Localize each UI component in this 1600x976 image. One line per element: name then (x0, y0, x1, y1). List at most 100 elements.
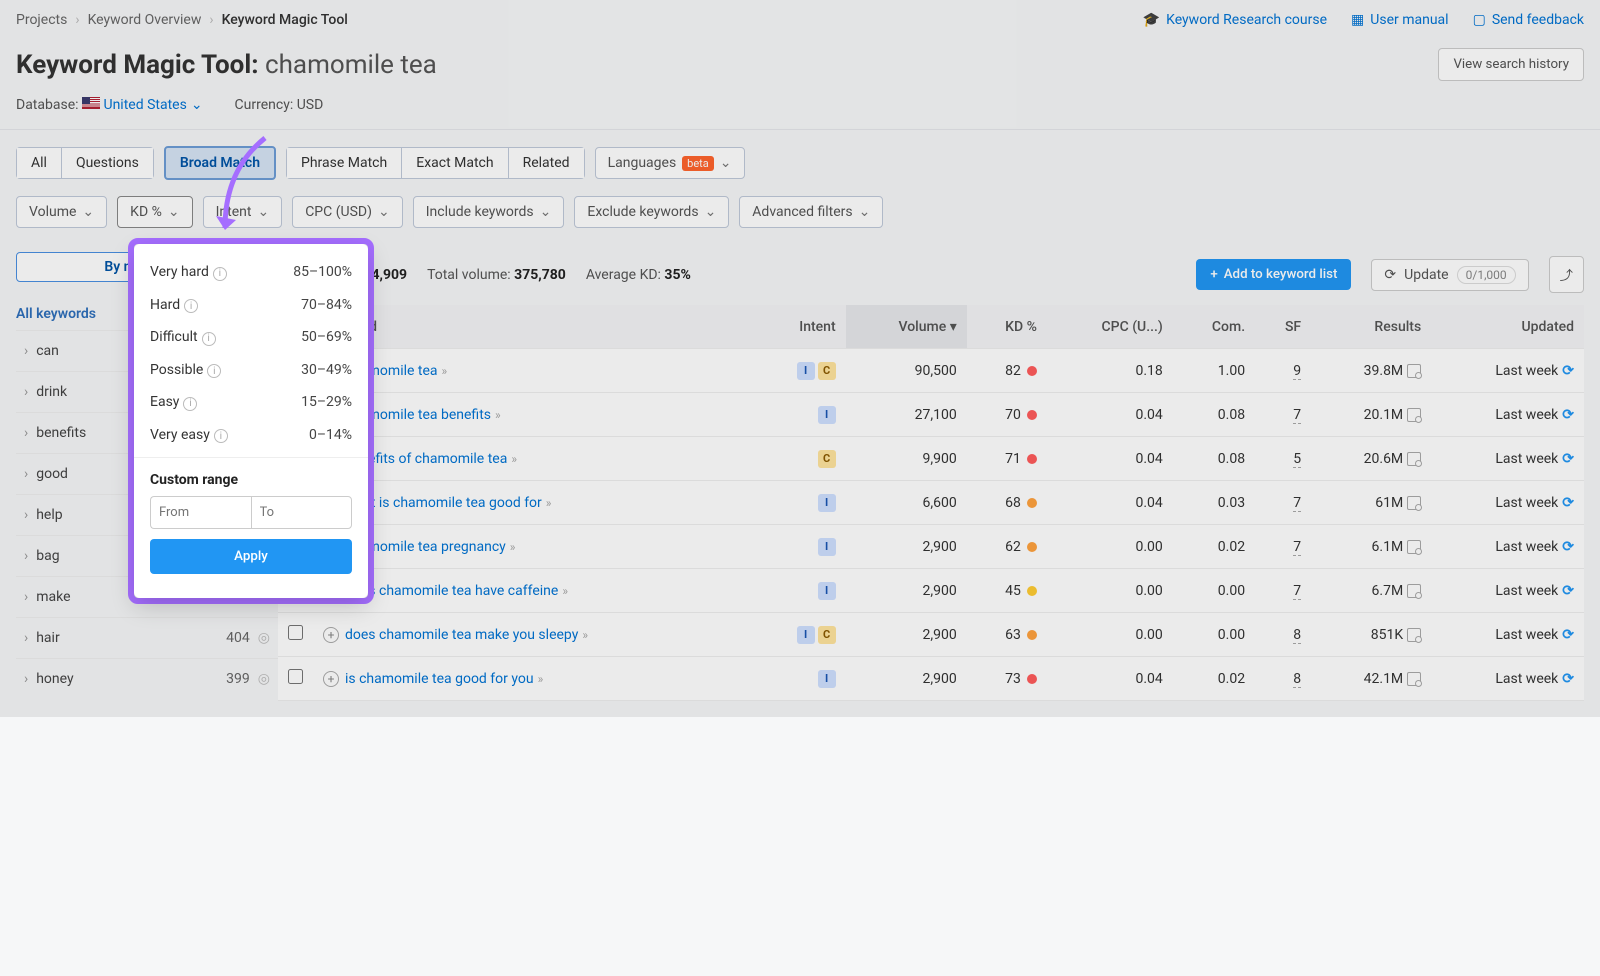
serp-icon[interactable] (1407, 628, 1421, 642)
cell-sf[interactable]: 8 (1293, 627, 1301, 644)
kd-level-option[interactable]: Very easyi 0–14% (134, 419, 368, 452)
col-sf[interactable]: SF (1255, 305, 1311, 349)
info-icon: i (183, 397, 197, 411)
manual-link[interactable]: ▦User manual (1351, 12, 1449, 28)
serp-icon[interactable] (1407, 408, 1421, 422)
export-button[interactable]: ⤴ (1549, 256, 1584, 293)
cell-cpc: 0.00 (1047, 525, 1173, 569)
course-link[interactable]: 🎓Keyword Research course (1143, 12, 1327, 28)
tab-questions[interactable]: Questions (62, 147, 154, 179)
serp-icon[interactable] (1407, 584, 1421, 598)
chevron-right-icon: › (24, 507, 28, 523)
chevron-right-icon: › (24, 425, 28, 441)
cpc-filter[interactable]: CPC (USD) (292, 196, 403, 228)
cell-com: 0.08 (1173, 437, 1255, 481)
database-selector[interactable]: Database: United States ⌄ (16, 97, 203, 113)
refresh-icon[interactable]: ⟳ (1562, 363, 1574, 379)
cell-sf[interactable]: 5 (1293, 451, 1301, 468)
kd-filter[interactable]: KD % (117, 196, 192, 228)
refresh-icon[interactable]: ⟳ (1562, 495, 1574, 511)
kd-level-range: 30–49% (301, 362, 352, 378)
tab-related[interactable]: Related (509, 147, 585, 179)
kd-level-option[interactable]: Very hardi 85–100% (134, 256, 368, 289)
keyword-link[interactable]: is chamomile tea good for you (345, 671, 534, 687)
refresh-icon[interactable]: ⟳ (1562, 671, 1574, 687)
col-intent[interactable]: Intent (754, 305, 845, 349)
view-history-button[interactable]: View search history (1438, 48, 1584, 81)
cell-sf[interactable]: 9 (1293, 363, 1301, 380)
sidebar-item[interactable]: › honey 399 ◎ (16, 658, 278, 699)
row-checkbox[interactable] (288, 625, 303, 640)
open-icon[interactable]: » (510, 540, 516, 554)
col-keyword[interactable]: Keyword (313, 305, 754, 349)
open-icon[interactable]: » (442, 364, 448, 378)
exclude-keywords-filter[interactable]: Exclude keywords (574, 196, 729, 228)
apply-button[interactable]: Apply (150, 539, 352, 574)
col-volume[interactable]: Volume ▾ (846, 305, 967, 349)
row-checkbox[interactable] (288, 669, 303, 684)
chevron-right-icon: › (24, 343, 28, 359)
serp-icon[interactable] (1407, 672, 1421, 686)
kd-level-option[interactable]: Hardi 70–84% (134, 289, 368, 322)
include-keywords-filter[interactable]: Include keywords (413, 196, 565, 228)
languages-dropdown[interactable]: Languages beta (595, 147, 745, 179)
open-icon[interactable]: » (538, 672, 544, 686)
serp-icon[interactable] (1407, 364, 1421, 378)
tab-all[interactable]: All (16, 147, 62, 179)
book-icon: ▦ (1351, 12, 1364, 28)
chevron-right-icon: › (24, 548, 28, 564)
update-button[interactable]: ⟳Update0/1,000 (1371, 259, 1528, 291)
cell-sf[interactable]: 7 (1293, 407, 1301, 424)
serp-icon[interactable] (1407, 540, 1421, 554)
cell-sf[interactable]: 7 (1293, 539, 1301, 556)
feedback-link[interactable]: ▢Send feedback (1473, 12, 1584, 28)
cell-sf[interactable]: 7 (1293, 495, 1301, 512)
kd-level-option[interactable]: Possiblei 30–49% (134, 354, 368, 387)
kd-level-option[interactable]: Easyi 15–29% (134, 386, 368, 419)
crumb-overview[interactable]: Keyword Overview (88, 12, 202, 28)
cell-sf[interactable]: 8 (1293, 671, 1301, 688)
refresh-icon[interactable]: ⟳ (1562, 583, 1574, 599)
keyword-link[interactable]: what is chamomile tea good for (345, 495, 542, 511)
tab-phrase-match[interactable]: Phrase Match (286, 147, 402, 179)
custom-range-from-input[interactable] (150, 496, 251, 529)
serp-icon[interactable] (1407, 496, 1421, 510)
breadcrumb: Projects › Keyword Overview › Keyword Ma… (16, 12, 348, 28)
keyword-link[interactable]: does chamomile tea have caffeine (345, 583, 558, 599)
tab-exact-match[interactable]: Exact Match (402, 147, 508, 179)
table-row: +does chamomile tea make you sleepy» IC … (278, 613, 1584, 657)
open-icon[interactable]: » (495, 408, 501, 422)
custom-range-to-input[interactable] (251, 496, 353, 529)
expand-icon[interactable]: + (323, 671, 339, 687)
refresh-icon: ⟳ (1384, 267, 1396, 283)
col-results[interactable]: Results (1311, 305, 1431, 349)
chevron-down-icon (859, 204, 871, 220)
open-icon[interactable]: » (562, 584, 568, 598)
col-com[interactable]: Com. (1173, 305, 1255, 349)
cell-kd: 70 (967, 393, 1047, 437)
expand-icon[interactable]: + (323, 627, 339, 643)
open-icon[interactable]: » (546, 496, 552, 510)
col-cpc[interactable]: CPC (U...) (1047, 305, 1173, 349)
add-to-keyword-list-button[interactable]: + Add to keyword list (1196, 259, 1351, 290)
advanced-filters[interactable]: Advanced filters (739, 196, 883, 228)
col-kd[interactable]: KD % (967, 305, 1047, 349)
match-type-group: All Questions (16, 147, 154, 179)
open-icon[interactable]: » (582, 628, 588, 642)
cell-sf[interactable]: 7 (1293, 583, 1301, 600)
open-icon[interactable]: » (511, 452, 517, 466)
volume-filter[interactable]: Volume (16, 196, 107, 228)
refresh-icon[interactable]: ⟳ (1562, 627, 1574, 643)
keyword-link[interactable]: does chamomile tea make you sleepy (345, 627, 578, 643)
kd-level-option[interactable]: Difficulti 50–69% (134, 321, 368, 354)
refresh-icon[interactable]: ⟳ (1562, 539, 1574, 555)
col-updated[interactable]: Updated (1431, 305, 1584, 349)
refresh-icon[interactable]: ⟳ (1562, 451, 1574, 467)
graduation-icon: 🎓 (1143, 12, 1160, 28)
refresh-icon[interactable]: ⟳ (1562, 407, 1574, 423)
kd-level-label: Easy (150, 394, 179, 410)
crumb-projects[interactable]: Projects (16, 12, 67, 28)
sidebar-item[interactable]: › hair 404 ◎ (16, 617, 278, 658)
serp-icon[interactable] (1407, 452, 1421, 466)
chevron-down-icon (378, 204, 390, 220)
